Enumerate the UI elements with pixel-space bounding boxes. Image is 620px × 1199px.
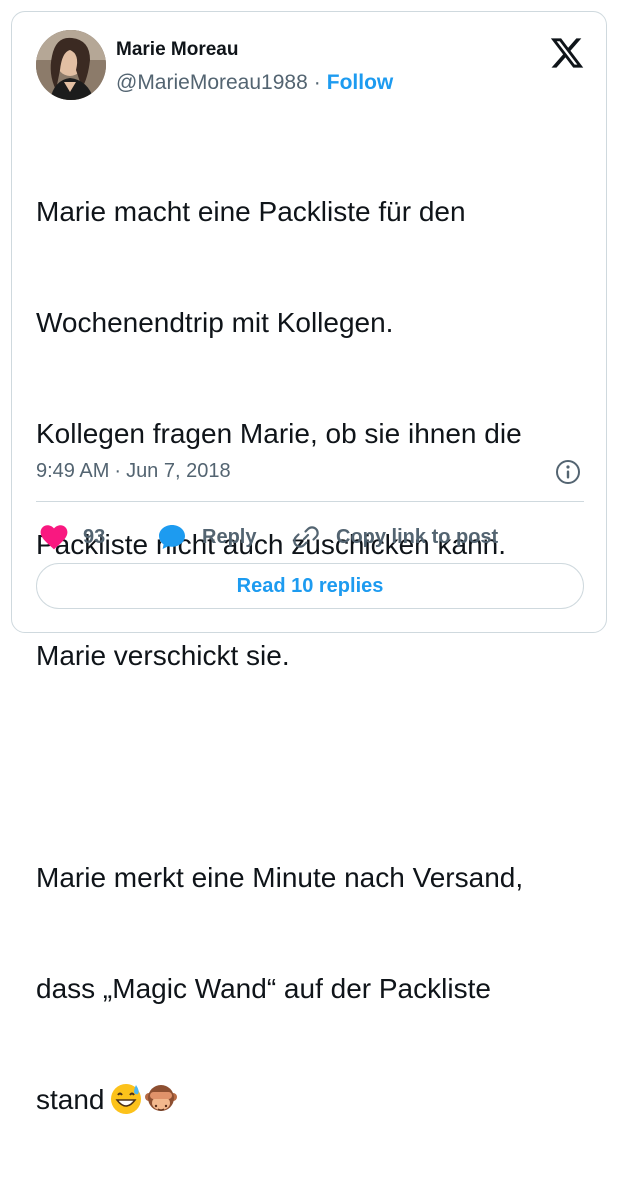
tweet-line: Kollegen fragen Marie, ob sie ihnen die [36,418,522,449]
reply-bubble-icon [159,525,185,549]
tweet-time[interactable]: 9:49 AM [36,460,109,482]
tweet-timestamp[interactable]: 9:49 AM · Jun 7, 2018 [36,459,231,483]
grinning-sweat-emoji [110,1084,141,1114]
author-handle-row: @MarieMoreau1988 · Follow [116,71,393,95]
read-replies-button[interactable]: Read 10 replies [36,563,584,609]
author-handle[interactable]: @MarieMoreau1988 [116,71,308,94]
tweet-line: dass „Magic Wand“ auf der Packliste [36,973,491,1004]
like-count: 93 [83,525,106,548]
follow-button[interactable]: Follow [327,71,394,94]
tweet-line: Wochenendtrip mit Kollegen. [36,307,394,338]
copy-link-label: Copy link to post [336,525,499,548]
heart-icon [40,525,68,550]
tweet-line: stand [36,1084,105,1115]
emoji-group [109,1082,179,1125]
action-bar: 93 Reply Copy link to post [36,517,584,557]
tweet-last-line: stand [36,1081,586,1125]
tweet-line: Marie macht eine Packliste für den [36,196,466,227]
see-no-evil-monkey-emoji [144,1085,177,1111]
meta-separator: · [114,460,122,482]
tweet-date[interactable]: Jun 7, 2018 [126,460,231,482]
reply-label: Reply [202,525,257,548]
like-button[interactable]: 93 [40,517,105,557]
link-icon [293,526,319,548]
handle-separator: · [313,71,321,94]
x-logo-icon[interactable] [549,35,585,71]
tweet-line: Marie verschickt sie. [36,640,290,671]
tweet-card: Marie Moreau @MarieMoreau1988 · Follow Mar… [11,11,607,1115]
tweet-line: Marie merkt eine Minute nach Versand, [36,862,524,893]
tweet-text: Marie macht eine Packliste für den Woche… [36,119,586,1199]
divider [36,501,584,502]
avatar[interactable] [36,30,106,100]
info-icon[interactable] [554,458,582,486]
reply-button[interactable]: Reply [158,517,256,557]
author-name[interactable]: Marie Moreau [116,38,238,62]
copy-link-button[interactable]: Copy link to post [292,517,498,557]
